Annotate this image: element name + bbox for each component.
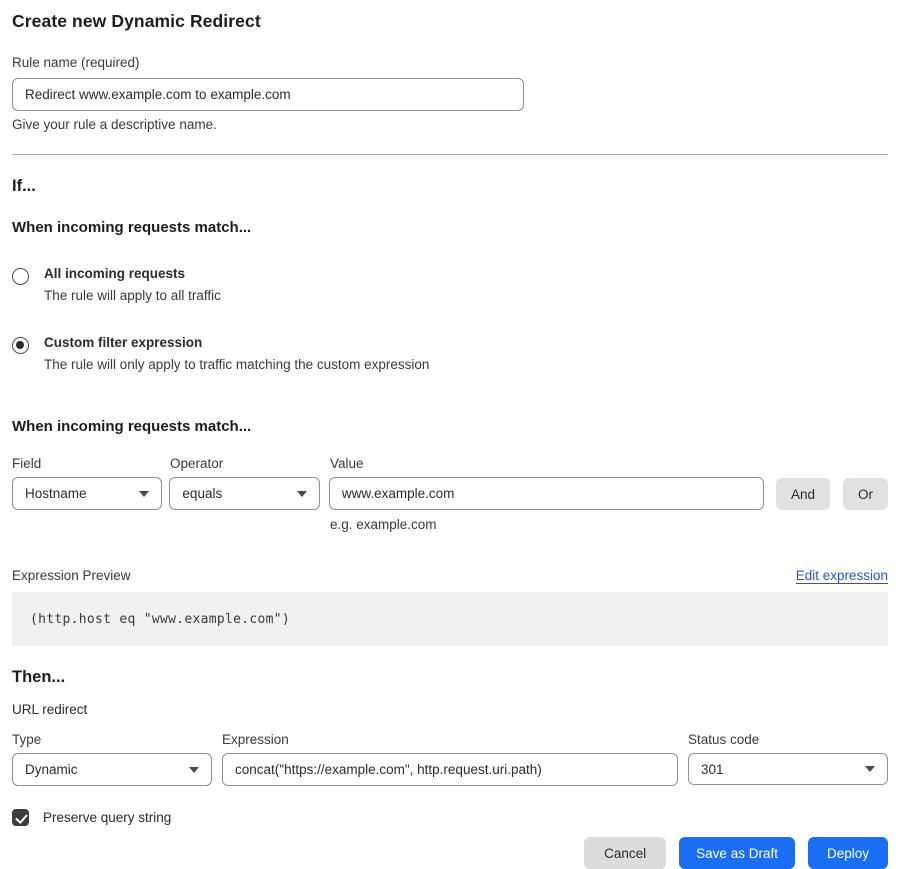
deploy-button[interactable]: Deploy <box>808 837 888 869</box>
section-divider <box>12 154 888 155</box>
radio-all-incoming-label: All incoming requests <box>44 266 221 281</box>
chevron-down-icon <box>139 491 149 497</box>
expression-preview-box: (http.host eq "www.example.com") <box>12 592 888 646</box>
value-label: Value <box>330 456 364 471</box>
page-title: Create new Dynamic Redirect <box>12 11 888 32</box>
radio-custom-filter-label: Custom filter expression <box>44 335 429 350</box>
field-select-value: Hostname <box>25 486 87 501</box>
expression-preview-code: (http.host eq "www.example.com") <box>30 612 290 627</box>
create-redirect-form: Create new Dynamic Redirect Rule name (r… <box>0 0 907 869</box>
radio-button-icon[interactable] <box>12 337 29 354</box>
radio-option-all-incoming[interactable]: All incoming requests The rule will appl… <box>12 266 888 303</box>
checkbox-icon[interactable] <box>12 809 29 826</box>
preserve-query-string-label: Preserve query string <box>43 810 171 825</box>
chevron-down-icon <box>297 491 307 497</box>
rule-name-input[interactable] <box>12 78 524 111</box>
url-redirect-label: URL redirect <box>12 702 888 717</box>
save-as-draft-button[interactable]: Save as Draft <box>679 837 795 869</box>
status-code-label: Status code <box>688 732 759 747</box>
status-code-select[interactable]: 301 <box>688 753 888 785</box>
type-select[interactable]: Dynamic <box>12 753 212 786</box>
type-select-value: Dynamic <box>25 762 78 777</box>
status-code-select-value: 301 <box>701 762 724 777</box>
expression-preview-label: Expression Preview <box>12 568 131 583</box>
edit-expression-link[interactable]: Edit expression <box>796 568 888 583</box>
or-button[interactable]: Or <box>843 478 888 510</box>
match-subheading: When incoming requests match... <box>12 219 888 236</box>
if-heading: If... <box>12 177 888 196</box>
operator-select[interactable]: equals <box>169 477 319 510</box>
radio-button-icon[interactable] <box>12 268 29 285</box>
chevron-down-icon <box>189 767 199 773</box>
cancel-button[interactable]: Cancel <box>584 837 666 869</box>
rule-name-label: Rule name (required) <box>12 55 888 70</box>
match-builder-heading: When incoming requests match... <box>12 418 888 435</box>
operator-label: Operator <box>170 456 330 471</box>
field-label: Field <box>12 456 170 471</box>
chevron-down-icon <box>865 766 875 772</box>
preserve-query-string-row[interactable]: Preserve query string <box>12 809 888 826</box>
value-helper: e.g. example.com <box>330 517 888 532</box>
radio-custom-filter-description: The rule will only apply to traffic matc… <box>44 357 429 372</box>
type-label: Type <box>12 732 222 747</box>
redirect-expression-input[interactable] <box>222 753 678 786</box>
rule-name-helper: Give your rule a descriptive name. <box>12 117 888 132</box>
then-heading: Then... <box>12 668 888 687</box>
value-input[interactable] <box>329 477 764 510</box>
field-select[interactable]: Hostname <box>12 477 162 510</box>
expression-label: Expression <box>222 732 688 747</box>
radio-all-incoming-description: The rule will apply to all traffic <box>44 288 221 303</box>
operator-select-value: equals <box>182 486 222 501</box>
and-button[interactable]: And <box>776 478 830 510</box>
radio-option-custom-filter[interactable]: Custom filter expression The rule will o… <box>12 335 888 372</box>
